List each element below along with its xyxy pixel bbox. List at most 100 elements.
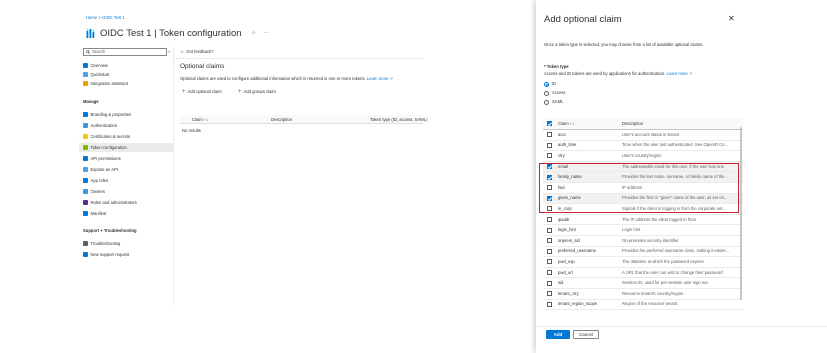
external-link-icon: ↗ bbox=[689, 71, 693, 76]
feedback-icon: ☺ bbox=[180, 49, 185, 54]
add-optional-claim-button[interactable]: + Add optional claim bbox=[182, 89, 222, 95]
plus-icon: + bbox=[238, 89, 242, 95]
support-request-icon bbox=[83, 252, 88, 257]
sidebar-search[interactable]: Search bbox=[83, 48, 167, 56]
add-groups-claim-button[interactable]: + Add groups claim bbox=[238, 89, 276, 95]
sidebar-item-overview[interactable]: Overview bbox=[79, 61, 173, 70]
add-button[interactable]: Add bbox=[546, 330, 570, 339]
claim-checkbox[interactable] bbox=[547, 270, 552, 276]
claim-checkbox[interactable] bbox=[547, 142, 552, 148]
collapse-sidebar-icon[interactable]: « bbox=[168, 49, 170, 55]
search-placeholder: Search bbox=[92, 49, 106, 54]
support-heading: Support + Troubleshooting bbox=[83, 228, 137, 233]
feedback-button[interactable]: ☺ Got feedback? bbox=[180, 49, 214, 55]
claim-row-preferred-username[interactable]: preferred_username Provides the preferred… bbox=[543, 247, 743, 258]
column-header-claim[interactable]: Claim ↑↓ bbox=[558, 121, 574, 127]
select-all-checkbox[interactable] bbox=[547, 121, 552, 126]
radio-token-access[interactable]: Access bbox=[544, 90, 566, 96]
claim-row-ipaddr[interactable]: ipaddr The IP address the client logged i… bbox=[543, 215, 743, 226]
claim-description: Region of the resource tenant bbox=[622, 301, 678, 307]
page-header: OIDC Test 1 | Token configuration ⊹ ··· bbox=[86, 25, 269, 41]
claim-checkbox[interactable] bbox=[547, 291, 552, 297]
wrench-icon bbox=[83, 241, 88, 246]
column-header-description: Description bbox=[271, 116, 292, 122]
radio-button bbox=[544, 90, 549, 96]
claim-row-ctry[interactable]: ctry User's country/region bbox=[543, 151, 743, 162]
claim-description: User's account status in tenant bbox=[622, 131, 680, 137]
claim-row-auth-time[interactable]: auth_time Time when the user last authent… bbox=[543, 141, 743, 152]
sidebar-item-new-support-request[interactable]: New support request bbox=[79, 250, 173, 259]
toolbar-divider bbox=[174, 58, 424, 59]
claim-name: tenant_ctry bbox=[558, 290, 579, 296]
api-permissions-icon bbox=[83, 156, 88, 161]
no-results-text: No results bbox=[182, 128, 201, 133]
claim-checkbox[interactable] bbox=[547, 227, 552, 233]
sidebar-item-roles-admins[interactable]: Roles and administrators bbox=[79, 198, 173, 207]
external-link-icon: ↗ bbox=[389, 76, 394, 81]
claim-checkbox[interactable] bbox=[547, 153, 552, 159]
claim-description: Session ID, used for per-session user si… bbox=[622, 280, 708, 286]
app-registration-icon bbox=[86, 28, 95, 38]
close-icon[interactable]: ✕ bbox=[728, 14, 735, 23]
claim-checkbox[interactable] bbox=[547, 280, 552, 286]
overview-icon bbox=[83, 63, 88, 68]
key-icon bbox=[83, 134, 88, 139]
breadcrumb-app[interactable]: OIDC Test 1 bbox=[102, 15, 125, 20]
claim-row-login-hint[interactable]: login_hint Login hint bbox=[543, 225, 743, 236]
claim-row-tenant-ctry[interactable]: tenant_ctry Resource tenant's country/reg… bbox=[543, 289, 743, 300]
cancel-button[interactable]: Cancel bbox=[573, 330, 599, 339]
sidebar-item-quickstart[interactable]: Quickstart bbox=[79, 70, 173, 79]
radio-button bbox=[544, 99, 549, 105]
claim-checkbox[interactable] bbox=[547, 217, 552, 223]
token-type-learn-more-link[interactable]: Learn more bbox=[666, 71, 687, 76]
more-options-icon[interactable]: ··· bbox=[264, 30, 269, 37]
sidebar-item-troubleshooting[interactable]: Troubleshooting bbox=[79, 239, 173, 248]
claim-description: Resource tenant's country/region bbox=[622, 290, 684, 296]
claim-checkbox[interactable] bbox=[547, 248, 552, 254]
claim-checkbox[interactable] bbox=[547, 132, 552, 138]
claims-table-header: Claim ↑↓ Description Token type (ID, acc… bbox=[180, 115, 427, 124]
search-icon bbox=[86, 50, 90, 54]
claims-table-header: Claim ↑↓ Description bbox=[543, 118, 743, 130]
sidebar-item-app-roles[interactable]: App roles bbox=[79, 176, 173, 185]
breadcrumb-home[interactable]: Home bbox=[86, 15, 97, 20]
claim-row-onprem-sid[interactable]: onprem_sid On-premises security identifie… bbox=[543, 236, 743, 247]
pin-icon[interactable]: ⊹ bbox=[252, 30, 256, 37]
authentication-icon bbox=[83, 123, 88, 128]
sidebar-item-authentication[interactable]: Authentication bbox=[79, 121, 173, 130]
claim-row-acct[interactable]: acct User's account status in tenant bbox=[543, 130, 743, 141]
claim-description: Login hint bbox=[622, 227, 641, 233]
claim-row-pwd-url[interactable]: pwd_url A URL that the user can visit to … bbox=[543, 268, 743, 279]
claim-checkbox[interactable] bbox=[547, 238, 552, 244]
panel-title: Add optional claim bbox=[544, 14, 622, 25]
sidebar-item-branding[interactable]: Branding & properties bbox=[79, 110, 173, 119]
claim-description: User's country/region bbox=[622, 152, 662, 158]
sidebar-item-owners[interactable]: Owners bbox=[79, 187, 173, 196]
claim-description: On-premises security identifier bbox=[622, 237, 679, 243]
claim-row-pwd-exp[interactable]: pwd_exp The datetime at which the passwor… bbox=[543, 257, 743, 268]
radio-token-id[interactable]: ID bbox=[544, 81, 556, 87]
claim-row-tenant-region-scope[interactable]: tenant_region_scope Region of the resourc… bbox=[543, 300, 743, 311]
claim-description: The IP address the client logged in from bbox=[622, 216, 696, 222]
sidebar-item-manifest[interactable]: Manifest bbox=[79, 209, 173, 218]
sidebar-item-expose-api[interactable]: Expose an API bbox=[79, 165, 173, 174]
claim-row-sid[interactable]: sid Session ID, used for per-session user… bbox=[543, 278, 743, 289]
plus-icon: + bbox=[182, 89, 186, 95]
sidebar-item-integration-assistant[interactable]: Integration assistant bbox=[79, 79, 173, 88]
panel-intro: Once a token type is selected, you may c… bbox=[544, 42, 704, 47]
claim-checkbox[interactable] bbox=[547, 301, 552, 307]
claim-name: sid bbox=[558, 280, 564, 286]
learn-more-link[interactable]: Learn more bbox=[367, 76, 388, 81]
claim-name: onprem_sid bbox=[558, 237, 580, 243]
column-header-claim[interactable]: Claim ↑↓ bbox=[192, 117, 208, 123]
claims-scrollbar[interactable] bbox=[740, 127, 742, 300]
radio-token-saml[interactable]: SAML bbox=[544, 99, 563, 105]
sidebar-item-certificates[interactable]: Certificates & secrets bbox=[79, 132, 173, 141]
claim-name: ctry bbox=[558, 152, 565, 158]
claim-description: The datetime at which the password expir… bbox=[622, 258, 704, 264]
sidebar-item-token-configuration[interactable]: Token configuration bbox=[79, 143, 173, 152]
section-description: Optional claims are used to configure ad… bbox=[180, 76, 394, 81]
sidebar-item-api-permissions[interactable]: API permissions bbox=[79, 154, 173, 163]
claim-checkbox[interactable] bbox=[547, 259, 552, 265]
quickstart-icon bbox=[83, 72, 88, 77]
